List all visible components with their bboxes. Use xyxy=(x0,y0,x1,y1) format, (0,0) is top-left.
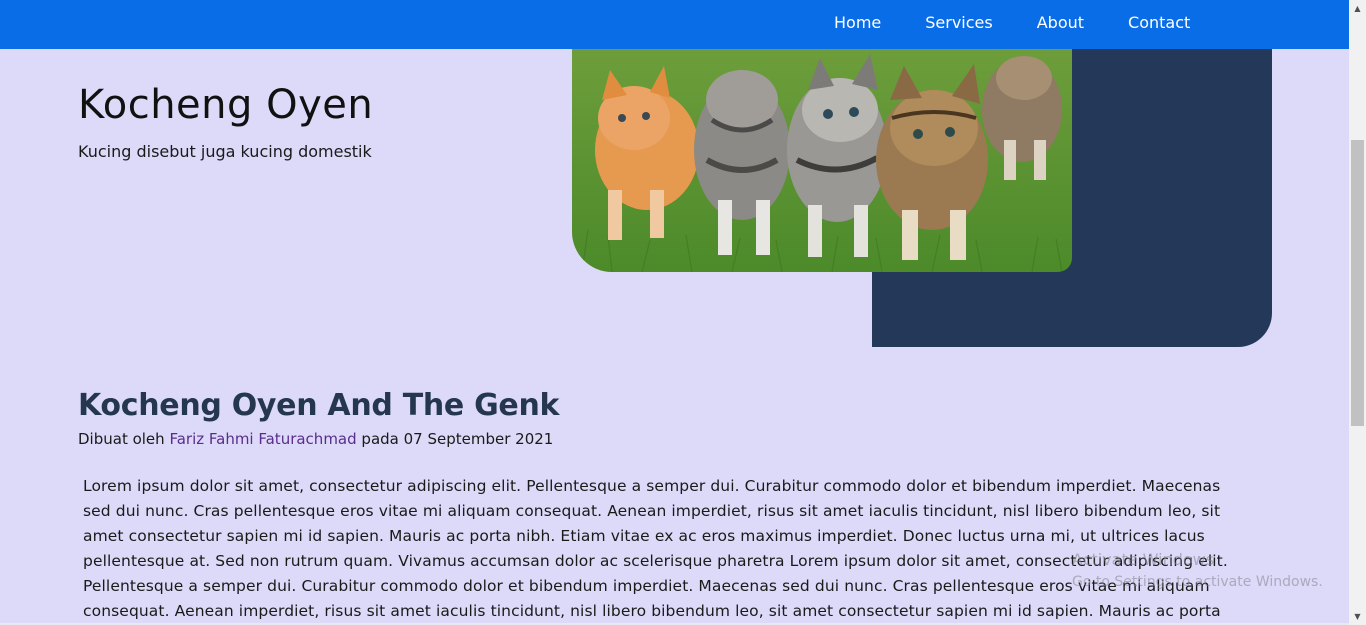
byline-prefix: Dibuat oleh xyxy=(78,430,165,448)
article-byline: Dibuat oleh Fariz Fahmi Faturachmad pada… xyxy=(78,430,553,448)
kittens-image xyxy=(572,40,1072,272)
nav-home-link[interactable]: Home xyxy=(834,13,881,32)
nav-about-link[interactable]: About xyxy=(1037,13,1084,32)
hero-title: Kocheng Oyen xyxy=(78,82,374,128)
nav-links: Home Services About Contact xyxy=(834,13,1190,32)
article-title: Kocheng Oyen And The Genk xyxy=(78,388,560,423)
vertical-scrollbar[interactable]: ▲ ▼ xyxy=(1349,0,1366,625)
watermark-title: Activate Windows xyxy=(1072,550,1215,569)
scroll-up-arrow-icon[interactable]: ▲ xyxy=(1349,0,1366,17)
windows-activation-watermark: Activate Windows Go to Settings to activ… xyxy=(1072,549,1323,593)
scrollbar-thumb[interactable] xyxy=(1351,140,1364,426)
scroll-down-arrow-icon[interactable]: ▼ xyxy=(1349,608,1366,625)
author-link[interactable]: Fariz Fahmi Faturachmad xyxy=(169,430,356,448)
byline-date: pada 07 September 2021 xyxy=(361,430,554,448)
nav-services-link[interactable]: Services xyxy=(925,13,992,32)
nav-contact-link[interactable]: Contact xyxy=(1128,13,1190,32)
top-navbar: Home Services About Contact xyxy=(0,0,1349,49)
watermark-subtitle: Go to Settings to activate Windows. xyxy=(1072,574,1323,590)
hero-subtitle: Kucing disebut juga kucing domestik xyxy=(78,142,372,161)
